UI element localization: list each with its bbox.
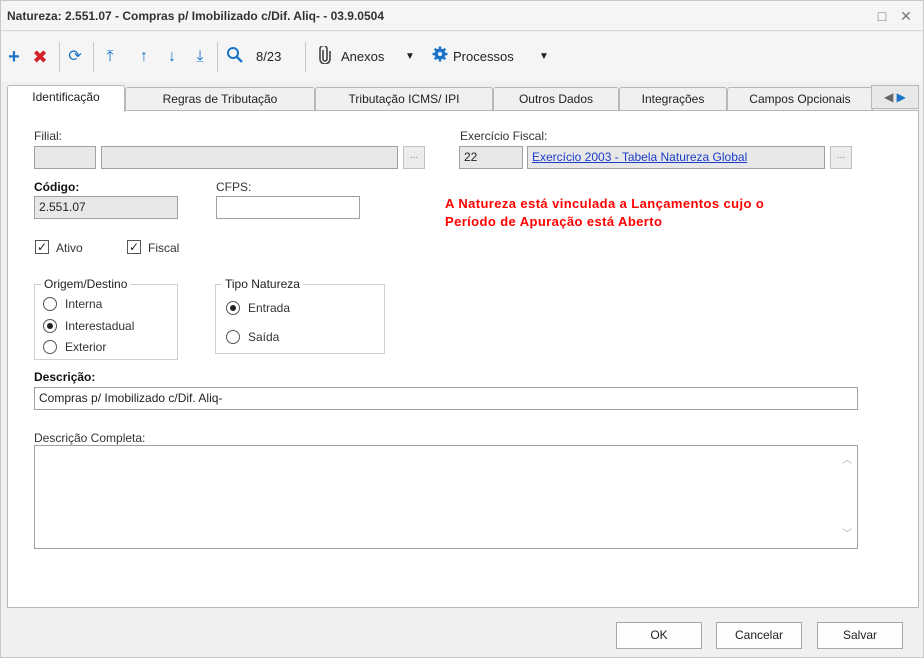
exercicio-fiscal-label: Exercício Fiscal: <box>460 129 548 143</box>
arrow-right-icon[interactable]: ▶ <box>897 90 906 104</box>
fiscal-label: Fiscal <box>148 241 180 255</box>
radio-entrada-label: Entrada <box>248 301 291 315</box>
filial-code-field[interactable] <box>34 146 96 169</box>
toolbar-separator <box>305 42 306 72</box>
toolbar-separator <box>93 42 94 72</box>
scroll-down-icon[interactable]: ﹀ <box>841 530 853 540</box>
filial-label: Filial: <box>34 129 63 143</box>
toolbar-separator <box>217 42 218 72</box>
exercicio-name-field[interactable]: Exercício 2003 - Tabela Natureza Global <box>527 146 825 169</box>
tipo-natureza-title: Tipo Natureza <box>222 277 303 291</box>
salvar-button[interactable]: Salvar <box>817 622 903 649</box>
chevron-down-icon[interactable]: ▼ <box>405 51 415 62</box>
codigo-field[interactable]: 2.551.07 <box>34 196 178 219</box>
filial-name-field[interactable] <box>101 146 398 169</box>
descricao-completa-textarea[interactable]: ︿ ﹀ <box>34 445 858 549</box>
up-arrow-icon[interactable]: ↑ <box>135 46 153 68</box>
fiscal-checkbox[interactable]: ✓ <box>127 240 141 254</box>
cancelar-button[interactable]: Cancelar <box>716 622 802 649</box>
cfps-label: CFPS: <box>216 180 252 194</box>
exercicio-code-field[interactable]: 22 <box>459 146 523 169</box>
identificacao-panel: Filial: ... Exercício Fiscal: 22 Exercíc… <box>7 110 919 608</box>
ativo-label: Ativo <box>56 241 83 255</box>
tab-integracoes[interactable]: Integrações <box>619 87 727 111</box>
descricao-completa-label: Descrição Completa: <box>34 431 146 445</box>
anexos-menu[interactable]: Anexos <box>341 49 384 64</box>
tab-campos-opcionais[interactable]: Campos Opcionais <box>727 87 873 111</box>
descricao-field[interactable]: Compras p/ Imobilizado c/Dif. Aliq- <box>34 387 858 410</box>
exercicio-lookup-button[interactable]: ... <box>830 146 852 169</box>
cfps-field[interactable] <box>216 196 360 219</box>
chevron-down-icon[interactable]: ▼ <box>539 51 549 62</box>
ativo-checkbox[interactable]: ✓ <box>35 240 49 254</box>
restore-icon[interactable]: □ <box>873 7 891 25</box>
radio-interna[interactable] <box>43 297 57 311</box>
tab-identificacao[interactable]: Identificação <box>7 85 125 112</box>
paperclip-icon[interactable] <box>317 44 333 68</box>
scroll-up-icon[interactable]: ︿ <box>841 456 853 466</box>
processos-menu[interactable]: Processos <box>453 49 514 64</box>
plus-icon[interactable]: + <box>5 46 23 68</box>
tipo-natureza-group: Tipo Natureza Entrada Saída <box>215 277 385 354</box>
x-icon[interactable]: ✖ <box>31 46 49 68</box>
first-icon[interactable]: ⤒ <box>101 46 119 68</box>
toolbar-separator <box>59 42 60 72</box>
warning-message-line1: A Natureza está vinculada a Lançamentos … <box>445 196 765 211</box>
close-icon[interactable]: ✕ <box>897 7 915 25</box>
gear-icon[interactable] <box>431 46 449 68</box>
radio-entrada[interactable] <box>226 301 240 315</box>
down-arrow-icon[interactable]: ↓ <box>163 46 181 68</box>
codigo-label: Código: <box>34 180 80 194</box>
toolbar: + ✖ ⟳ ⤒ ↑ ↓ ⤓ 8/23 Anexos ▼ Processos ▼ <box>1 32 923 82</box>
radio-saida[interactable] <box>226 330 240 344</box>
tab-regras-tributacao[interactable]: Regras de Tributação <box>125 87 315 111</box>
last-icon[interactable]: ⤓ <box>191 46 209 68</box>
radio-exterior[interactable] <box>43 340 57 354</box>
radio-interna-label: Interna <box>65 297 103 311</box>
radio-exterior-label: Exterior <box>65 340 107 354</box>
origem-destino-title: Origem/Destino <box>41 277 131 291</box>
warning-message-line2: Período de Apuração está Aberto <box>445 214 663 229</box>
arrow-left-icon[interactable]: ◀ <box>884 90 893 104</box>
tab-outros-dados[interactable]: Outros Dados <box>493 87 619 111</box>
tab-strip: Identificação Regras de Tributação Tribu… <box>7 85 919 112</box>
radio-saida-label: Saída <box>248 330 280 344</box>
search-icon[interactable] <box>223 46 247 68</box>
ok-button[interactable]: OK <box>616 622 702 649</box>
radio-interestadual[interactable] <box>43 319 57 333</box>
tab-tributacao-icms-ipi[interactable]: Tributação ICMS/ IPI <box>315 87 493 111</box>
record-counter: 8/23 <box>256 49 282 64</box>
refresh-icon[interactable]: ⟳ <box>65 46 85 68</box>
radio-interestadual-label: Interestadual <box>65 319 135 333</box>
origem-destino-group: Origem/Destino Interna Interestadual Ext… <box>34 277 178 360</box>
descricao-label: Descrição: <box>34 370 96 384</box>
filial-lookup-button[interactable]: ... <box>403 146 425 169</box>
exercicio-link[interactable]: Exercício 2003 - Tabela Natureza Global <box>532 150 747 164</box>
natureza-window: Natureza: 2.551.07 - Compras p/ Imobiliz… <box>0 0 924 658</box>
tab-scroll-arrows: ◀ ▶ <box>871 85 919 109</box>
window-title: Natureza: 2.551.07 - Compras p/ Imobiliz… <box>7 9 385 23</box>
title-bar: Natureza: 2.551.07 - Compras p/ Imobiliz… <box>1 1 923 31</box>
